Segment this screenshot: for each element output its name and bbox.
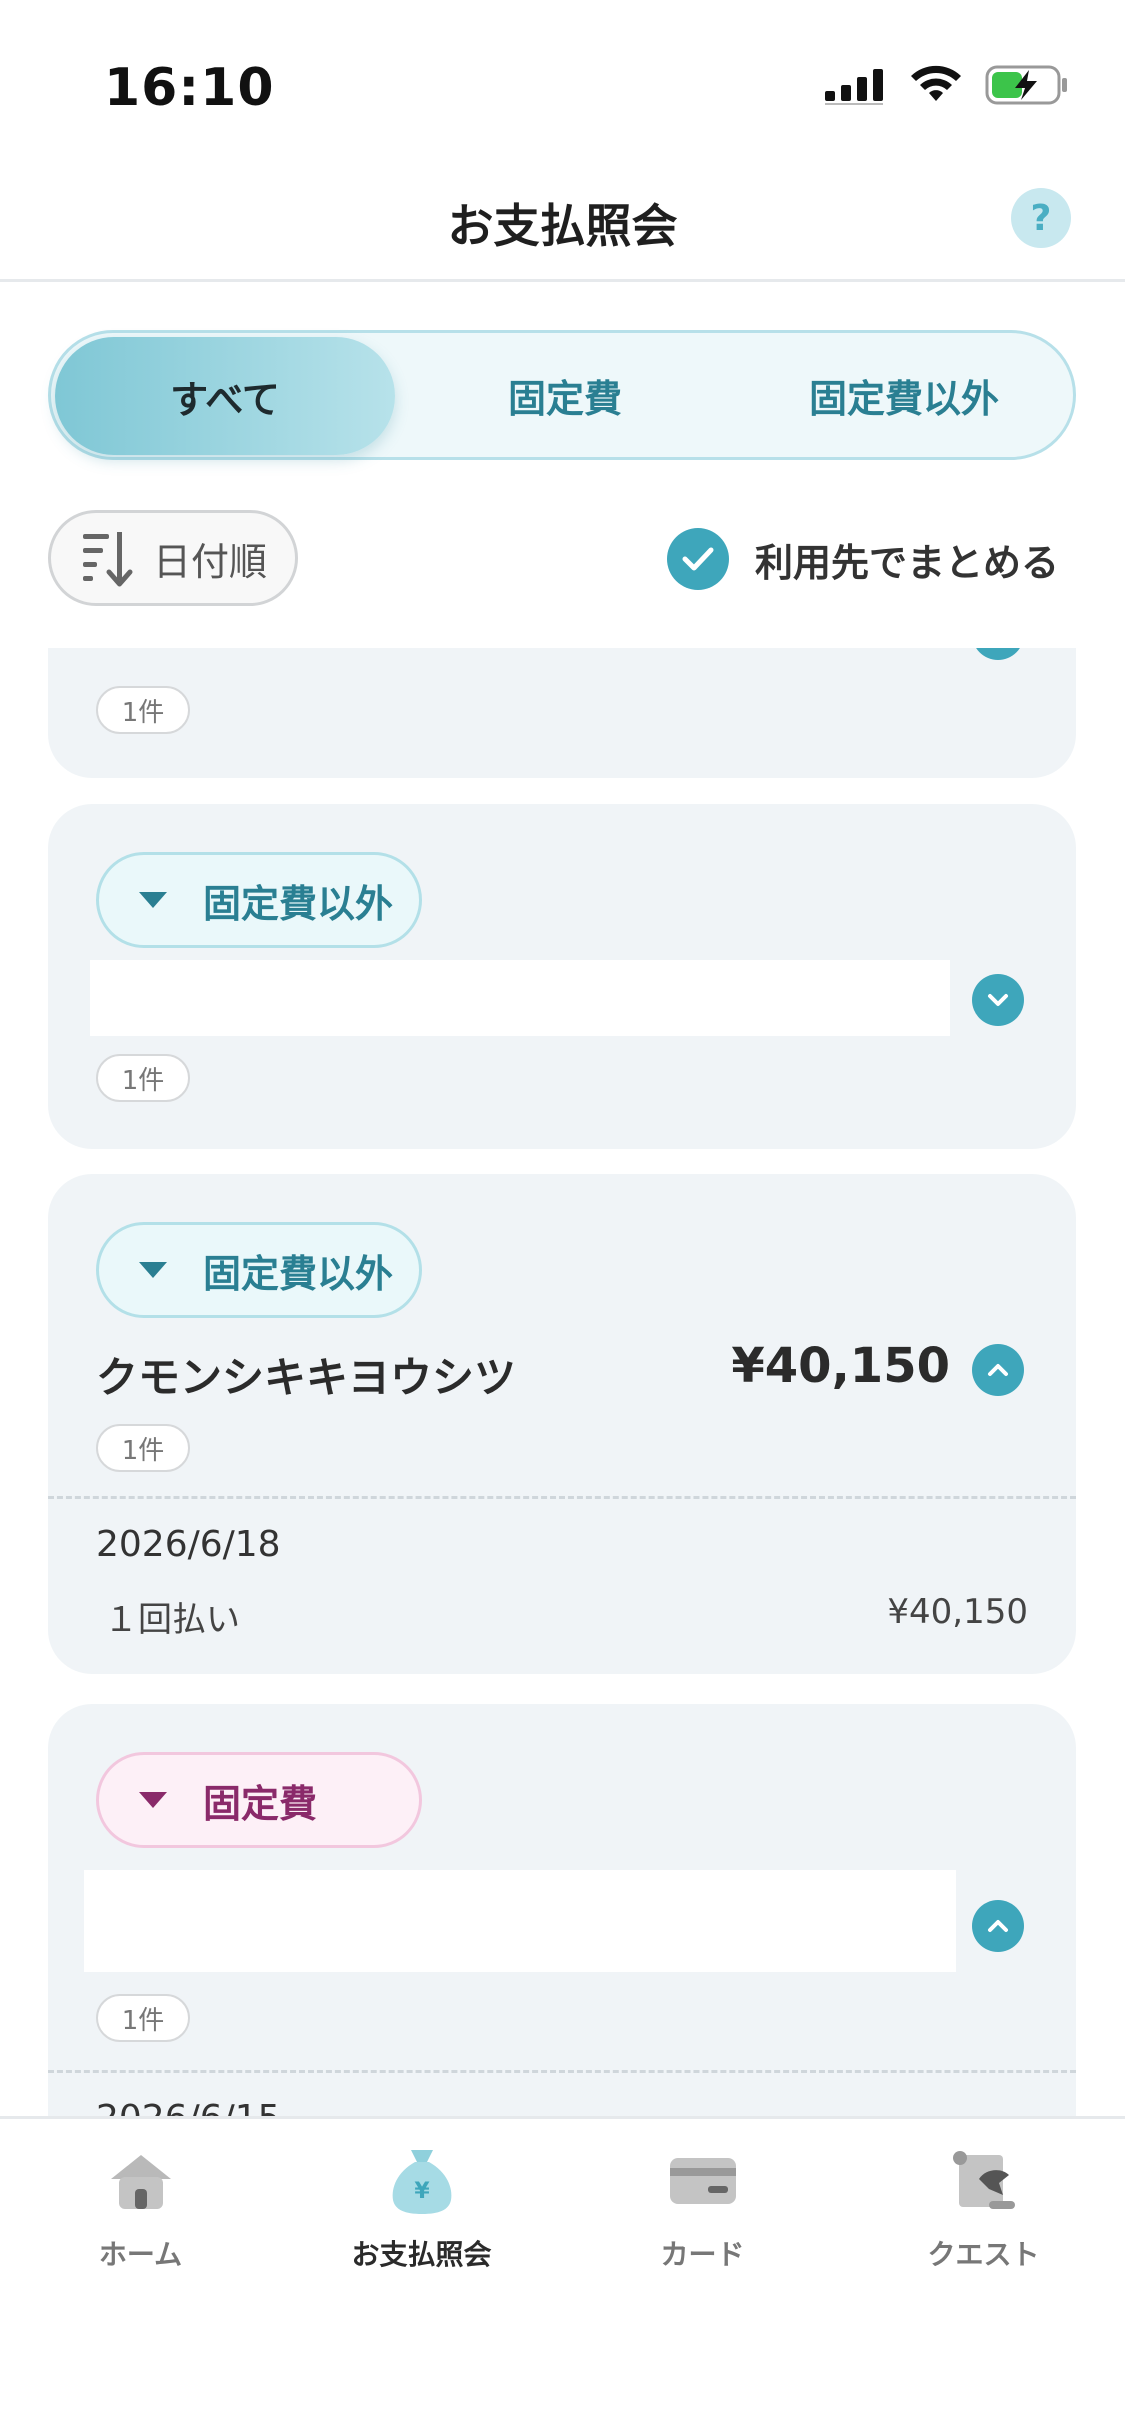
svg-text:¥: ¥ [414, 2179, 430, 2204]
payment-type: １回払い [104, 1600, 240, 1640]
tab-home[interactable]: ホーム [0, 2143, 281, 2273]
tab-all[interactable]: すべて [55, 337, 395, 455]
divider [48, 2070, 1076, 2073]
category-label: 固定費以外 [203, 1251, 394, 1296]
page-title: お支払照会 [447, 199, 678, 253]
tab-payment-inquiry[interactable]: ¥ お支払照会 [281, 2143, 562, 2273]
tab-card[interactable]: カード [562, 2143, 843, 2273]
tab-fixed-cost[interactable]: 固定費 [395, 333, 735, 457]
collapse-icon[interactable] [972, 648, 1024, 660]
transaction-date: 2026/6/18 [96, 1524, 281, 1565]
nav-bar: お支払照会 ? [0, 170, 1125, 282]
caret-down-icon [139, 1792, 167, 1808]
tab-non-fixed-cost[interactable]: 固定費以外 [735, 333, 1073, 457]
expand-icon[interactable] [972, 974, 1024, 1026]
payment-card[interactable]: 固定費以外 クモンシキキヨウシツ ¥40,150 1件 2026/6/18 １回… [48, 1174, 1076, 1674]
wifi-icon [911, 65, 961, 101]
count-badge: 1件 [96, 1994, 190, 2042]
tab-label: お支払照会 [351, 2238, 492, 2271]
tab-bar: ホーム ¥ お支払照会 カード クエスト [0, 2116, 1125, 2436]
tab-label: クエスト [927, 2238, 1040, 2271]
category-chip: 固定費 [96, 1752, 422, 1848]
payment-card[interactable]: 1件 [48, 648, 1076, 778]
group-by-merchant-label: 利用先でまとめる [754, 540, 1059, 585]
sort-label: 日付順 [153, 539, 268, 584]
transaction-amount: ¥40,150 [887, 1592, 1028, 1632]
divider [48, 1496, 1076, 1499]
tab-quest[interactable]: クエスト [843, 2143, 1124, 2273]
tab-label: カード [660, 2238, 745, 2271]
filter-segmented-control: すべて 固定費 固定費以外 [48, 330, 1076, 460]
category-label: 固定費 [203, 1781, 318, 1826]
category-label: 固定費以外 [203, 881, 394, 926]
caret-down-icon [139, 1262, 167, 1278]
sort-button[interactable]: 日付順 [48, 510, 298, 606]
group-by-merchant-toggle[interactable]: 利用先でまとめる [666, 528, 1059, 590]
count-badge: 1件 [96, 686, 190, 734]
tab-label: ホーム [98, 2238, 183, 2271]
transaction-date: 2026/6/15 [96, 2098, 281, 2118]
battery-charging-icon [985, 65, 1067, 105]
status-time: 16:10 [104, 58, 275, 118]
category-chip: 固定費以外 [96, 852, 422, 948]
checkmark-icon [666, 528, 729, 590]
total-amount: ¥40,150 [731, 1338, 950, 1394]
sort-descending-icon [83, 532, 133, 587]
payment-card[interactable]: 固定費 1件 2026/6/15 [48, 1704, 1076, 2118]
signal-icon [825, 69, 883, 105]
masked-merchant [90, 960, 950, 1036]
category-chip: 固定費以外 [96, 1222, 422, 1318]
money-bag-icon: ¥ [389, 2143, 455, 2219]
status-icons [825, 64, 1069, 106]
help-button[interactable]: ? [1011, 188, 1071, 248]
collapse-icon[interactable] [972, 1344, 1024, 1396]
payment-list[interactable]: 1件 固定費以外 1件 固定費以外 クモンシキキヨウシツ ¥40,150 1件 … [0, 648, 1125, 2118]
merchant-name: クモンシキキヨウシツ [96, 1353, 517, 1402]
masked-merchant [84, 1870, 956, 1972]
status-bar: 16:10 [0, 0, 1125, 170]
card-icon [668, 2143, 738, 2219]
count-badge: 1件 [96, 1424, 190, 1472]
payment-card[interactable]: 固定費以外 1件 [48, 804, 1076, 1149]
caret-down-icon [139, 892, 167, 908]
count-badge: 1件 [96, 1054, 190, 1102]
home-icon [105, 2143, 177, 2219]
quest-scroll-icon [949, 2143, 1019, 2219]
collapse-icon[interactable] [972, 1900, 1024, 1952]
